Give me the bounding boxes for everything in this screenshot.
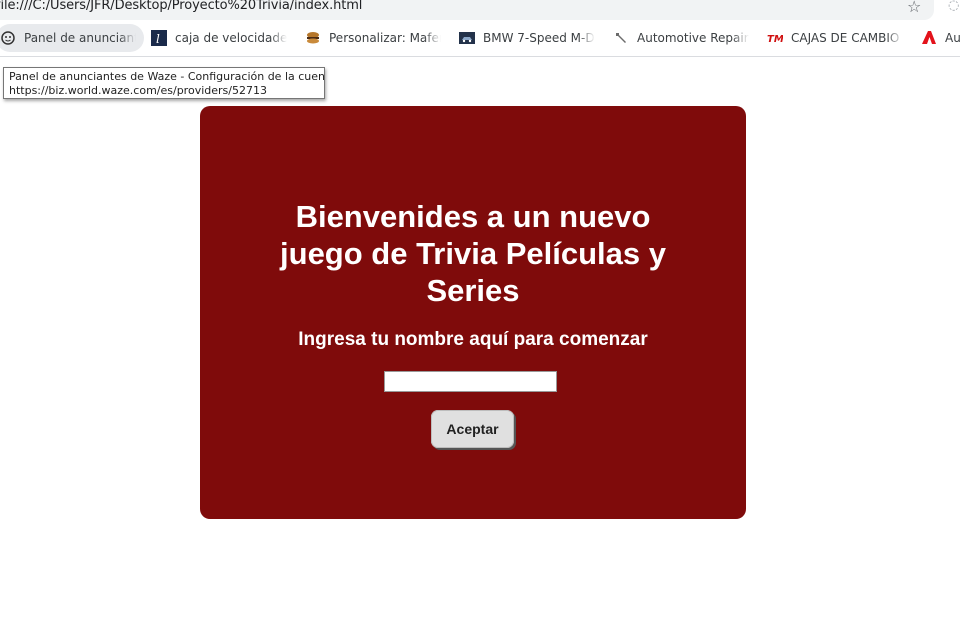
tooltip-url: https://biz.world.waze.com/es/providers/…	[9, 84, 267, 97]
welcome-card: Bienvenides a un nuevo juego de Trivia P…	[200, 106, 746, 519]
accept-button[interactable]: Aceptar	[431, 410, 514, 448]
url-field[interactable]: file:///C:/Users/JFR/Desktop/Proyecto%20…	[0, 0, 934, 20]
bookmark-panel-anunciantes[interactable]: Panel de anunciantes	[0, 24, 144, 52]
bookmark-adobe[interactable]: Au	[921, 24, 960, 52]
bookmarks-bar: Panel de anunciantes l caja de velocidad…	[0, 21, 960, 57]
car-icon	[459, 30, 475, 46]
bookmark-automotive-repairs[interactable]: Automotive Repairs i	[613, 24, 751, 52]
bookmark-bmw[interactable]: BMW 7-Speed M-Do	[459, 24, 595, 52]
name-input[interactable]	[384, 371, 557, 392]
svg-text:l: l	[156, 32, 160, 46]
bookmark-personalizar[interactable]: Personalizar: Mafer T	[305, 24, 443, 52]
letter-l-icon: l	[151, 30, 167, 46]
bookmark-star-icon[interactable]: ☆	[907, 0, 921, 16]
bookmark-tooltip: Panel de anunciantes de Waze - Configura…	[3, 67, 325, 99]
title-line: Series	[426, 273, 520, 308]
bookmark-label: CAJAS DE CAMBIO A	[791, 31, 903, 45]
bookmark-label: BMW 7-Speed M-Do	[483, 31, 595, 45]
wrench-icon	[613, 30, 629, 46]
address-bar: file:///C:/Users/JFR/Desktop/Proyecto%20…	[0, 0, 960, 20]
svg-text:TM: TM	[767, 34, 783, 45]
burger-icon	[305, 30, 321, 46]
bookmark-cajas-de-cambio[interactable]: TM CAJAS DE CAMBIO A	[767, 24, 903, 52]
title-line: juego de Trivia Películas y	[280, 236, 666, 271]
adobe-icon	[921, 30, 937, 46]
bookmark-caja-velocidades[interactable]: l caja de velocidades -	[151, 24, 287, 52]
name-prompt: Ingresa tu nombre aquí para comenzar	[298, 329, 648, 350]
tooltip-title: Panel de anunciantes de Waze - Configura…	[9, 70, 324, 83]
profile-icon[interactable]: ◌	[948, 0, 959, 13]
title-line: Bienvenides a un nuevo	[295, 199, 651, 234]
waze-icon	[0, 30, 16, 46]
bookmark-label: caja de velocidades -	[175, 31, 287, 45]
bookmark-label: Au	[945, 31, 960, 45]
bookmark-label: Automotive Repairs i	[637, 31, 749, 45]
url-text[interactable]: file:///C:/Users/JFR/Desktop/Proyecto%20…	[0, 0, 362, 13]
bookmark-label: Personalizar: Mafer T	[329, 31, 441, 45]
bookmark-label: Panel de anunciantes	[24, 31, 136, 45]
tm-logo-icon: TM	[767, 30, 784, 46]
welcome-title: Bienvenides a un nuevo juego de Trivia P…	[200, 198, 746, 309]
